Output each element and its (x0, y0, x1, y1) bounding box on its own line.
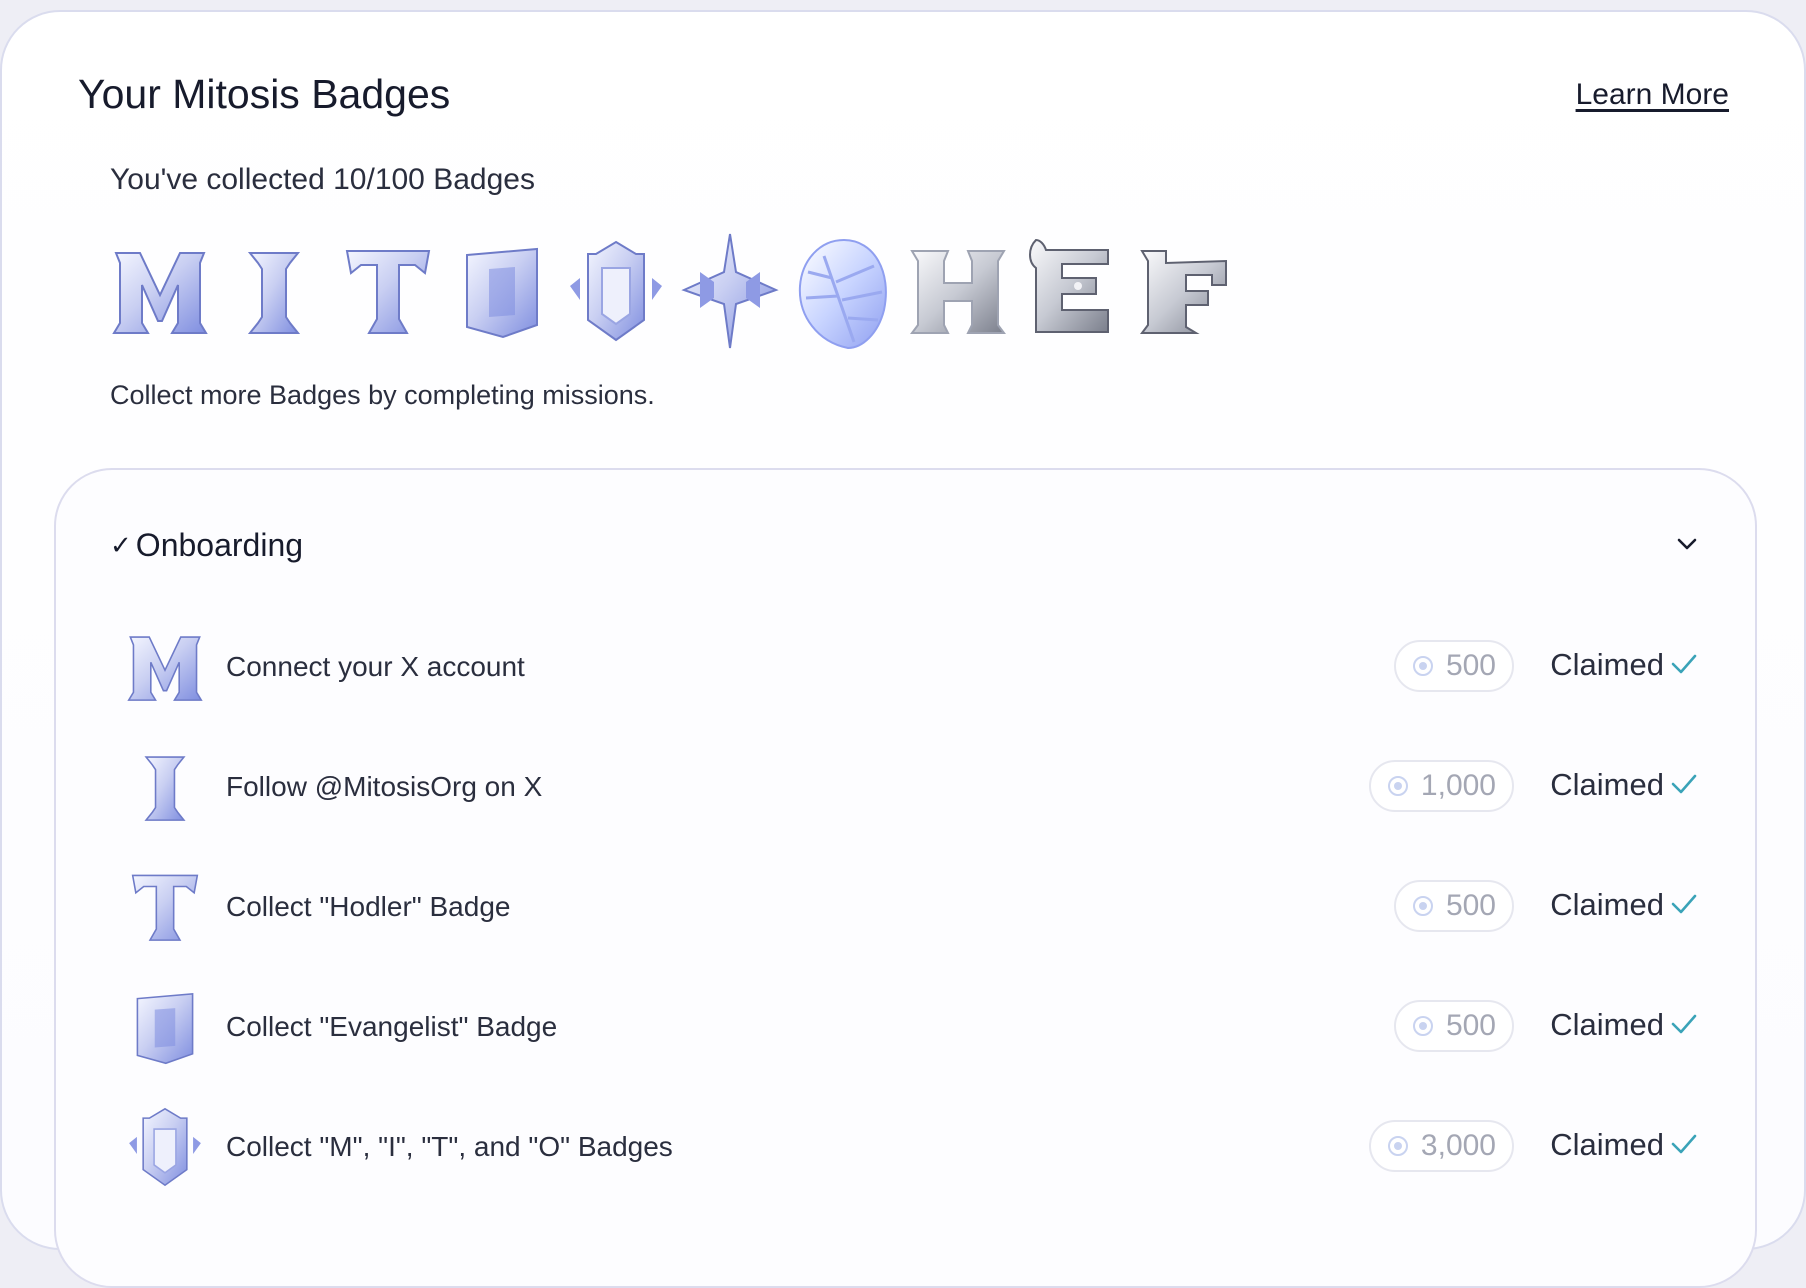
badge-shield-icon (120, 1100, 210, 1194)
claimed-status: Claimed (1550, 887, 1664, 922)
points-coin-icon (1387, 776, 1408, 796)
badge-collection (110, 232, 1236, 350)
mission-label: Collect "Evangelist" Badge (226, 1011, 558, 1042)
mission-row: Connect your X account 500 Claimed (120, 612, 1750, 722)
points-badge: 500 (1393, 1000, 1514, 1052)
badge-i-icon (224, 232, 324, 350)
badges-card: Your Mitosis Badges Learn More You've co… (0, 10, 1806, 1288)
points-value: 500 (1445, 1009, 1496, 1042)
mission-label: Follow @MitosisOrg on X (226, 771, 543, 802)
badge-t-icon (120, 860, 210, 954)
claimed-status: Claimed (1550, 1127, 1664, 1162)
points-badge: 500 (1393, 640, 1514, 692)
learn-more-link[interactable]: Learn More (1576, 72, 1729, 118)
badge-t-icon (338, 232, 438, 350)
onboarding-section-title: Onboarding (135, 527, 304, 563)
badge-star-icon (680, 232, 780, 350)
check-icon (1671, 654, 1697, 674)
points-coin-icon (1412, 896, 1433, 916)
check-icon (1671, 774, 1697, 794)
badge-m-icon (110, 232, 210, 350)
mission-row: Collect "Hodler" Badge 500 Claimed (120, 852, 1750, 962)
check-icon (1671, 1014, 1697, 1034)
badge-o-icon (120, 980, 210, 1074)
points-badge: 3,000 (1368, 1120, 1514, 1172)
mission-label: Connect your X account (226, 651, 525, 682)
points-badge: 500 (1393, 880, 1514, 932)
badge-e-icon (1022, 232, 1122, 350)
page-title: Your Mitosis Badges (78, 71, 451, 117)
onboarding-section-header[interactable]: ✓ Onboarding (110, 520, 303, 570)
check-icon (1671, 894, 1697, 914)
badge-f-icon (1136, 232, 1236, 350)
completed-check-icon: ✓ (110, 530, 132, 560)
points-value: 500 (1445, 649, 1496, 682)
points-coin-icon (1412, 1016, 1433, 1036)
collected-count-text: You've collected 10/100 Badges (110, 163, 535, 196)
badge-leaf-icon (794, 232, 894, 350)
badge-h-icon (908, 232, 1008, 350)
onboarding-section: ✓ Onboarding Connect your X account 500 … (54, 468, 1757, 1288)
mission-row: Collect "M", "I", "T", and "O" Badges 3,… (120, 1092, 1750, 1202)
mission-label: Collect "Hodler" Badge (226, 891, 511, 922)
check-icon (1671, 1134, 1697, 1154)
badge-o-icon (452, 232, 552, 350)
badge-shield-icon (566, 232, 666, 350)
claimed-status: Claimed (1550, 767, 1664, 802)
badge-m-icon (120, 620, 210, 714)
points-value: 500 (1445, 889, 1496, 922)
mission-label: Collect "M", "I", "T", and "O" Badges (226, 1131, 673, 1162)
points-coin-icon (1387, 1136, 1408, 1156)
points-coin-icon (1412, 656, 1433, 676)
mission-row: Collect "Evangelist" Badge 500 Claimed (120, 972, 1750, 1082)
mission-row: Follow @MitosisOrg on X 1,000 Claimed (120, 732, 1750, 842)
collect-more-hint: Collect more Badges by completing missio… (110, 380, 655, 410)
claimed-status: Claimed (1550, 647, 1664, 682)
badge-i-icon (120, 740, 210, 834)
points-value: 1,000 (1420, 769, 1496, 802)
points-badge: 1,000 (1368, 760, 1514, 812)
chevron-down-icon[interactable] (1671, 528, 1703, 560)
points-value: 3,000 (1420, 1129, 1496, 1162)
claimed-status: Claimed (1550, 1007, 1664, 1042)
